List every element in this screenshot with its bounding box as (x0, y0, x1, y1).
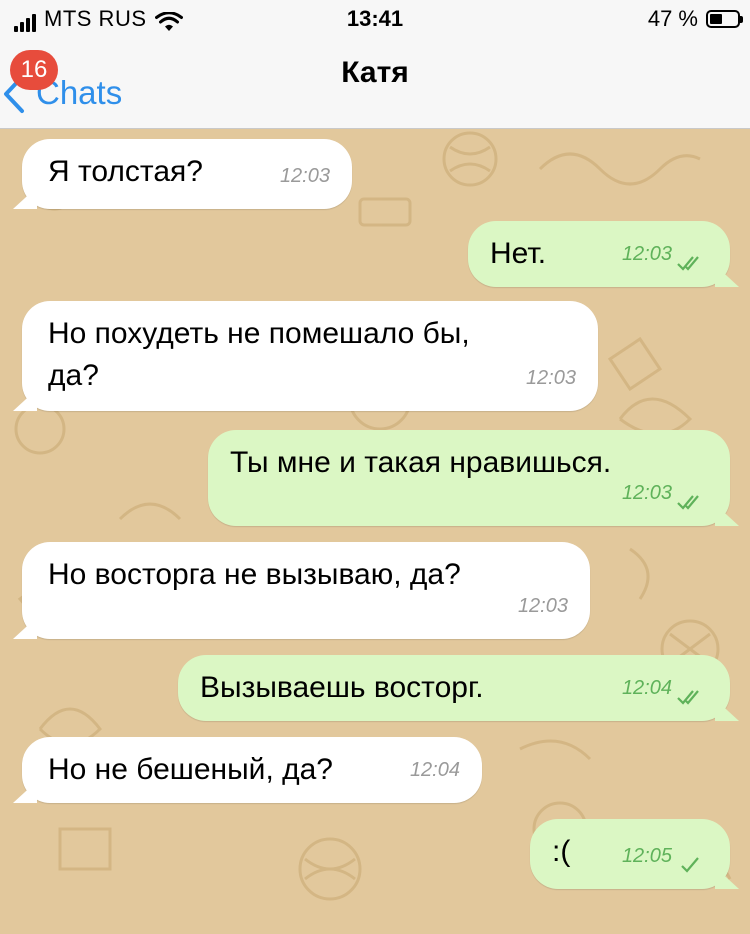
incoming-message-bubble[interactable]: Но похудеть не помешало бы, да? 12:03 (22, 301, 598, 411)
chat-area: Я толстая? 12:03 Нет. 12:03 Но похудеть не п… (0, 129, 750, 934)
message-text: Я толстая? (48, 155, 203, 188)
message-timestamp: 12:03 (621, 482, 672, 504)
message-timestamp: 12:03 (279, 165, 330, 187)
message-text: :( (552, 835, 571, 868)
message-timestamp: 12:03 (525, 367, 576, 389)
message-text: Но похудеть не помешало бы, да? (48, 317, 470, 392)
message-text: Нет. (490, 237, 547, 270)
double-check-icon (677, 256, 699, 271)
battery-percent: 47 % (647, 6, 698, 31)
chat-header: Chats 16 Катя (0, 40, 750, 129)
message-timestamp: 12:03 (517, 595, 568, 617)
message-text: Но не бешеный, да? (48, 753, 333, 786)
message-timestamp: 12:03 (621, 243, 672, 265)
incoming-message-bubble[interactable]: Я толстая? 12:03 (22, 139, 352, 209)
check-icon (681, 857, 699, 873)
outgoing-message-bubble[interactable]: Нет. 12:03 (468, 221, 730, 287)
clock: 13:41 (346, 6, 404, 31)
double-check-icon (677, 690, 699, 705)
message-timestamp: 12:04 (621, 677, 672, 699)
message-text: Но восторга не вызываю, да? (48, 558, 461, 591)
message-timestamp: 12:04 (409, 759, 460, 781)
outgoing-message-bubble[interactable]: :( 12:05 (530, 819, 730, 889)
incoming-message-bubble[interactable]: Но не бешеный, да? 12:04 (22, 737, 482, 803)
incoming-message-bubble[interactable]: Но восторга не вызываю, да? 12:03 (22, 542, 590, 639)
status-right: 47 % (647, 6, 743, 32)
outgoing-message-bubble[interactable]: Ты мне и такая нравишься. 12:03 (208, 430, 730, 526)
contact-name[interactable]: Катя (0, 56, 750, 90)
message-text: Вызываешь восторг. (200, 671, 484, 704)
battery-icon (706, 10, 743, 28)
message-text: Ты мне и такая нравишься. (230, 446, 612, 479)
double-check-icon (677, 495, 699, 510)
outgoing-message-bubble[interactable]: Вызываешь восторг. 12:04 (178, 655, 730, 721)
message-timestamp: 12:05 (621, 845, 672, 867)
status-bar: MTS RUS 13:41 47 % (0, 0, 750, 40)
